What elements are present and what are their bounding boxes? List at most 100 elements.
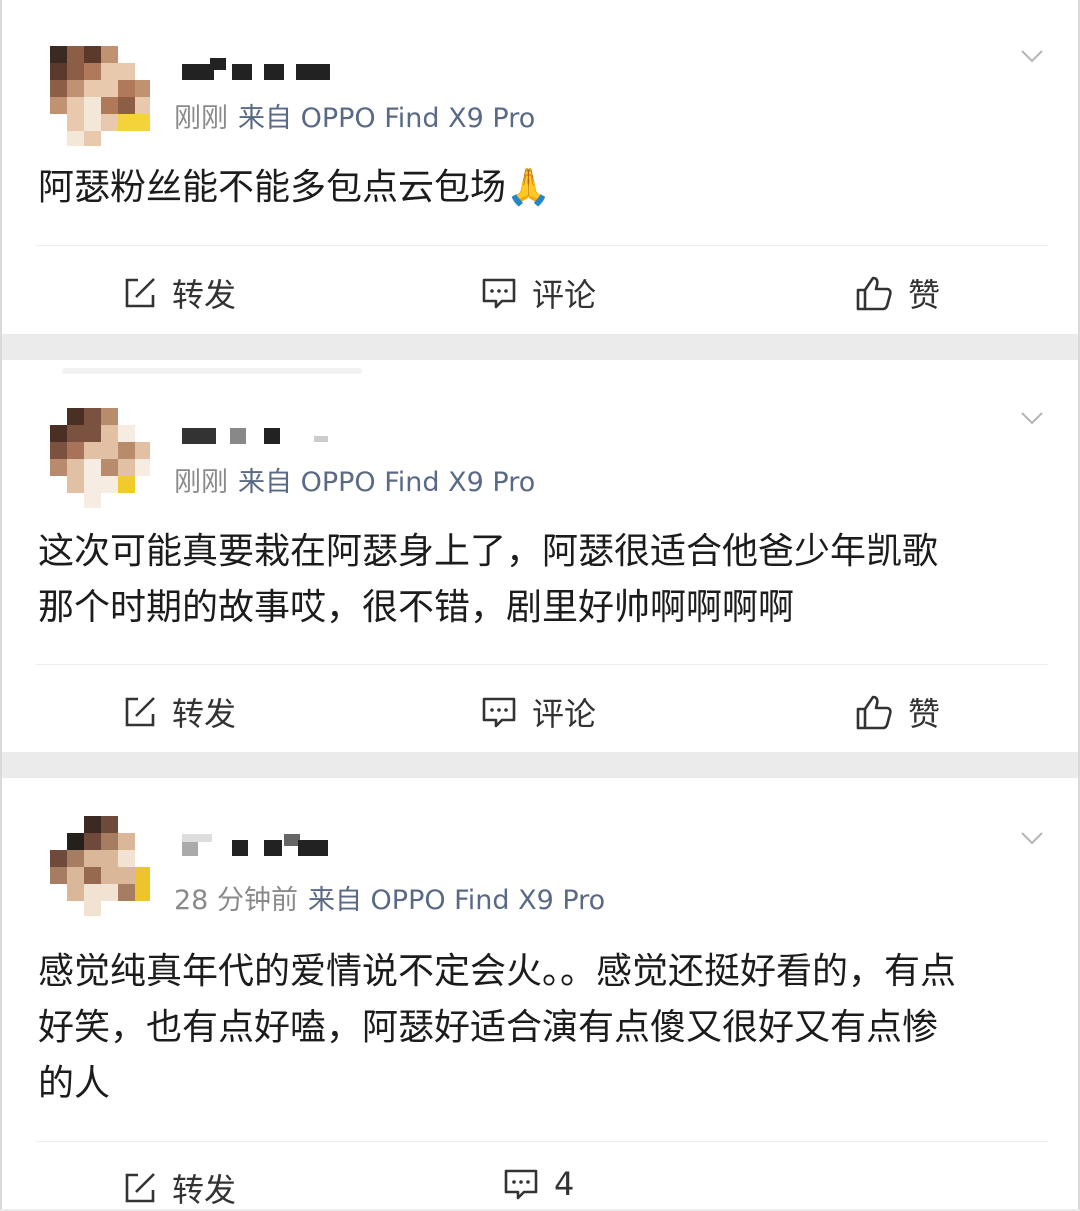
avatar-pixel: [135, 476, 150, 493]
repost-icon: [125, 697, 155, 727]
post-text-line: 好笑，也有点好嗑，阿瑟好适合演有点傻又很好又有点惨: [38, 1007, 939, 1048]
avatar-pixel: [67, 493, 84, 508]
avatar-pixel: [50, 442, 67, 459]
post-text-line: 的人: [38, 1063, 111, 1104]
divider: [36, 664, 1048, 665]
avatar-pixel: [101, 901, 118, 916]
avatar-pixel: [84, 114, 101, 131]
chevron-down-icon[interactable]: [1020, 826, 1044, 850]
comment-button[interactable]: 4: [502, 1165, 574, 1203]
post-meta: 28 分钟前 来自 OPPO Find X9 Pro: [174, 878, 605, 917]
faint-shadow: [62, 368, 362, 374]
avatar-pixel: [84, 131, 101, 146]
chevron-down-icon[interactable]: [1020, 406, 1044, 430]
like-button[interactable]: 赞: [854, 270, 940, 316]
avatar-pixel: [67, 867, 84, 884]
avatar-pixel: [50, 901, 67, 916]
avatar-pixel: [101, 459, 118, 476]
avatar-pixel: [118, 459, 135, 476]
avatar-pixel: [50, 816, 67, 833]
post-text-line: 这次可能真要栽在阿瑟身上了，阿瑟很适合他爸少年凯歌: [38, 531, 939, 572]
post-card-3: 28 分钟前 来自 OPPO Find X9 Pro 感觉纯真年代的爱情说不定会火…: [2, 778, 1078, 1209]
avatar-pixel: [135, 884, 150, 901]
avatar-pixel: [135, 442, 150, 459]
avatar-pixel: [67, 80, 84, 97]
avatar-pixel: [118, 114, 135, 131]
avatar-pixel: [84, 408, 101, 425]
avatar-pixel: [67, 46, 84, 63]
avatar-pixel: [101, 867, 118, 884]
avatar-pixel: [101, 408, 118, 425]
avatar-pixel: [118, 425, 135, 442]
avatar-pixel: [67, 850, 84, 867]
post-source: 来自 OPPO Find X9 Pro: [238, 467, 536, 498]
comment-icon: [482, 278, 516, 309]
repost-button[interactable]: 转发: [122, 689, 236, 735]
avatar-pixel: [118, 833, 135, 850]
avatar-pixel: [67, 833, 84, 850]
avatar-pixel: [84, 493, 101, 508]
comment-count: 4: [554, 1165, 575, 1203]
avatar-pixel: [84, 867, 101, 884]
avatar[interactable]: [50, 816, 150, 916]
avatar-pixel: [135, 97, 150, 114]
chevron-down-icon[interactable]: [1020, 44, 1044, 68]
avatar-pixel: [84, 901, 101, 916]
like-label: 赞: [908, 276, 941, 314]
avatar-pixel: [135, 63, 150, 80]
comment-button[interactable]: 评论: [480, 689, 596, 735]
avatar-pixel: [50, 97, 67, 114]
avatar-pixel: [118, 476, 135, 493]
avatar-pixel: [101, 850, 118, 867]
avatar-pixel: [67, 884, 84, 901]
avatar-pixel: [135, 425, 150, 442]
comment-button[interactable]: 评论: [480, 270, 596, 316]
avatar-pixel: [101, 425, 118, 442]
comment-label: 评论: [532, 695, 597, 733]
avatar-pixel: [67, 901, 84, 916]
avatar[interactable]: [50, 46, 150, 146]
avatar[interactable]: [50, 408, 150, 508]
avatar-pixel: [135, 850, 150, 867]
divider: [36, 245, 1048, 246]
avatar-pixel: [101, 46, 118, 63]
avatar-pixel: [50, 459, 67, 476]
avatar-pixel: [50, 493, 67, 508]
avatar-pixel: [67, 816, 84, 833]
avatar-pixel: [118, 442, 135, 459]
repost-icon: [125, 1173, 155, 1203]
avatar-pixel: [50, 850, 67, 867]
avatar-pixel: [135, 901, 150, 916]
repost-button[interactable]: 转发: [122, 1165, 236, 1211]
avatar-pixel: [50, 80, 67, 97]
avatar-pixel: [84, 46, 101, 63]
avatar-pixel: [50, 63, 67, 80]
repost-label: 转发: [172, 695, 237, 733]
avatar-pixel: [67, 476, 84, 493]
avatar-pixel: [50, 131, 67, 146]
avatar-pixel: [67, 97, 84, 114]
avatar-pixel: [101, 442, 118, 459]
repost-button[interactable]: 转发: [122, 270, 236, 316]
avatar-pixel: [84, 97, 101, 114]
avatar-pixel: [101, 80, 118, 97]
avatar-pixel: [101, 833, 118, 850]
avatar-pixel: [84, 459, 101, 476]
avatar-pixel: [135, 408, 150, 425]
avatar-pixel: [50, 114, 67, 131]
repost-label: 转发: [172, 276, 237, 314]
like-button[interactable]: 赞: [854, 689, 940, 735]
avatar-pixel: [101, 97, 118, 114]
like-icon: [856, 695, 892, 730]
avatar-pixel: [118, 867, 135, 884]
avatar-pixel: [50, 867, 67, 884]
avatar-pixel: [118, 131, 135, 146]
avatar-pixel: [84, 476, 101, 493]
avatar-pixel: [135, 46, 150, 63]
avatar-pixel: [84, 80, 101, 97]
post-text: 感觉纯真年代的爱情说不定会火。。感觉还挺好看的，有点 好笑，也有点好嗑，阿瑟好适…: [38, 944, 1038, 1112]
post-meta: 刚刚 来自 OPPO Find X9 Pro: [174, 96, 535, 135]
divider: [36, 1141, 1048, 1142]
avatar-pixel: [67, 63, 84, 80]
comment-icon: [482, 697, 516, 728]
